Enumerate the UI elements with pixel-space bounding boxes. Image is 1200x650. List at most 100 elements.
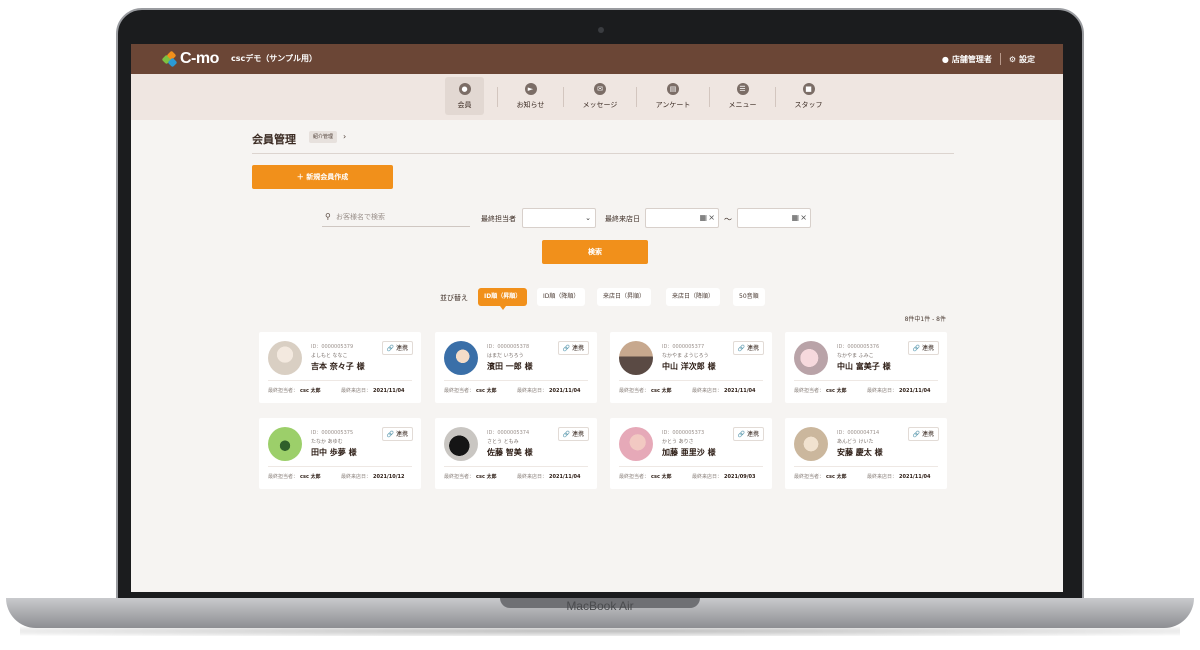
last-staff-value: csc 太郎 xyxy=(826,388,847,394)
calendar-icon[interactable]: ▦ xyxy=(699,213,707,222)
sort-id-desc[interactable]: ID順（降順） xyxy=(537,288,586,306)
list-icon: ☰ xyxy=(736,83,749,95)
app-logo[interactable]: C-mo xyxy=(161,50,219,68)
last-staff-label: 最終担当者： xyxy=(444,388,475,394)
member-card[interactable]: ID：0000005374 さとう ともみ 佐藤 智美 様 🔗 連携 最終担当者… xyxy=(435,418,597,489)
tab-survey[interactable]: ▤ アンケート xyxy=(650,77,696,115)
last-visit-value: 2021/11/04 xyxy=(724,388,756,394)
last-visit-value: 2021/11/04 xyxy=(549,388,581,394)
tab-label: メニュー xyxy=(728,101,757,109)
link-button[interactable]: 🔗 連携 xyxy=(557,341,589,355)
search-button[interactable]: 検索 xyxy=(542,240,648,264)
date-from-input[interactable]: ▦ × xyxy=(645,208,719,228)
card-divider xyxy=(444,380,588,381)
result-count: 8件中1件 - 8件 xyxy=(904,316,946,323)
sort-id-asc[interactable]: ID順（昇順） xyxy=(478,288,528,310)
member-kana: たなか あゆむ xyxy=(311,439,343,445)
date-to-input[interactable]: ▦ × xyxy=(737,208,811,228)
member-id: ID：0000005379 xyxy=(311,344,354,350)
last-staff: 最終担当者： csc 太郎 xyxy=(794,473,847,480)
link-button[interactable]: 🔗 連携 xyxy=(381,341,413,355)
last-visit-label: 最終来店日： xyxy=(692,388,723,394)
last-staff: 最終担当者： csc 太郎 xyxy=(268,473,321,480)
last-staff-value: csc 太郎 xyxy=(476,474,497,480)
member-card[interactable]: ID：0000005375 たなか あゆむ 田中 歩夢 様 🔗 連携 最終担当者… xyxy=(259,418,421,489)
last-visit-label: 最終来店日： xyxy=(867,388,898,394)
link-icon: 🔗 xyxy=(912,345,921,352)
sort-visit-asc[interactable]: 来店日（昇順） xyxy=(597,288,652,306)
last-staff-value: csc 太郎 xyxy=(651,388,672,394)
card-divider xyxy=(268,380,412,381)
last-visit-label: 最終来店日： xyxy=(867,474,898,480)
link-button[interactable]: 🔗 連携 xyxy=(907,341,939,355)
last-staff-value: csc 太郎 xyxy=(826,474,847,480)
customer-search-input[interactable]: ⚲ お客様名で検索 xyxy=(322,209,470,227)
last-visit: 最終来店日： 2021/11/04 xyxy=(692,387,756,394)
visit-filter-label: 最終来店日 xyxy=(605,215,640,223)
tab-members[interactable]: ● 会員 xyxy=(445,77,484,115)
sort-kana[interactable]: 50音順 xyxy=(733,288,765,306)
tab-divider xyxy=(775,87,776,107)
member-name: 佐藤 智美 様 xyxy=(487,448,533,457)
member-kana: あんどう けいた xyxy=(837,439,874,445)
clear-icon[interactable]: × xyxy=(708,213,715,222)
envelope-icon: ✉ xyxy=(594,83,606,95)
link-button[interactable]: 🔗 連携 xyxy=(557,427,589,441)
clear-icon[interactable]: × xyxy=(800,213,807,222)
logo-mark-icon xyxy=(161,50,178,68)
tab-label: 会員 xyxy=(457,101,472,109)
link-button-label: 連携 xyxy=(746,345,759,352)
member-name: 加藤 亜里沙 様 xyxy=(662,448,716,457)
link-icon: 🔗 xyxy=(386,431,395,438)
user-menu[interactable]: 店舗管理者 xyxy=(952,54,992,65)
page-title: 会員管理 xyxy=(252,133,296,146)
member-id: ID：0000005376 xyxy=(837,344,880,350)
last-visit-label: 最終来店日： xyxy=(692,474,723,480)
member-kana: なかやま ふみこ xyxy=(837,353,874,359)
member-id: ID：0000005377 xyxy=(662,344,705,350)
last-visit: 最終来店日： 2021/09/03 xyxy=(692,473,756,480)
member-id: ID：0000005375 xyxy=(311,430,354,436)
link-button[interactable]: 🔗 連携 xyxy=(381,427,413,441)
last-staff: 最終担当者： csc 太郎 xyxy=(619,473,672,480)
card-divider xyxy=(268,466,412,467)
member-id: ID：0000005373 xyxy=(662,430,705,436)
sort-visit-desc[interactable]: 来店日（降順） xyxy=(666,288,721,306)
member-card[interactable]: ID：0000004714 あんどう けいた 安藤 慶太 様 🔗 連携 最終担当… xyxy=(785,418,947,489)
megaphone-icon: ► xyxy=(524,83,537,95)
member-card[interactable]: ID：0000005376 なかやま ふみこ 中山 富美子 様 🔗 連携 最終担… xyxy=(785,332,947,403)
calendar-icon[interactable]: ▦ xyxy=(791,213,799,222)
tab-label: メッセージ xyxy=(582,101,618,109)
person-icon: ● xyxy=(458,83,471,95)
link-button[interactable]: 🔗 連携 xyxy=(732,341,764,355)
last-visit-label: 最終来店日： xyxy=(341,388,372,394)
member-card[interactable]: ID：0000005373 かとう ありさ 加藤 亜里沙 様 🔗 連携 最終担当… xyxy=(610,418,772,489)
member-card[interactable]: ID：0000005378 はまだ いちろう 濱田 一郎 様 🔗 連携 最終担当… xyxy=(435,332,597,403)
staff-select[interactable]: ⌄ xyxy=(522,208,596,228)
clipboard-icon: ▤ xyxy=(667,83,679,95)
tab-menu[interactable]: ☰ メニュー xyxy=(723,77,762,115)
link-button[interactable]: 🔗 連携 xyxy=(907,427,939,441)
link-button-label: 連携 xyxy=(746,431,759,438)
device-label: MacBook Air xyxy=(566,599,634,613)
referral-button[interactable]: 紹介管理 xyxy=(309,131,338,143)
last-visit: 最終来店日： 2021/11/04 xyxy=(517,387,581,394)
last-visit-label: 最終来店日： xyxy=(341,474,372,480)
settings-link[interactable]: 設定 xyxy=(1019,54,1035,65)
member-card[interactable]: ID：0000005377 なかやま ようじろう 中山 洋次郎 様 🔗 連携 最… xyxy=(610,332,772,403)
tab-news[interactable]: ► お知らせ xyxy=(511,77,550,115)
link-button[interactable]: 🔗 連携 xyxy=(732,427,764,441)
last-staff: 最終担当者： csc 太郎 xyxy=(619,387,672,394)
last-staff-value: csc 太郎 xyxy=(651,474,672,480)
new-member-button[interactable]: ＋ 新規会員作成 xyxy=(252,165,393,189)
avatar xyxy=(619,341,653,375)
member-card[interactable]: ID：0000005379 よしもと ななこ 吉本 奈々子 様 🔗 連携 最終担… xyxy=(259,332,421,403)
card-divider xyxy=(794,380,938,381)
tab-staff[interactable]: ■ スタッフ xyxy=(789,77,828,115)
logo-text: C-mo xyxy=(180,50,219,67)
member-kana: かとう ありさ xyxy=(662,439,694,445)
last-staff-value: csc 太郎 xyxy=(300,388,321,394)
tab-messages[interactable]: ✉ メッセージ xyxy=(577,77,623,115)
last-staff: 最終担当者： csc 太郎 xyxy=(444,473,497,480)
last-staff-label: 最終担当者： xyxy=(794,388,825,394)
